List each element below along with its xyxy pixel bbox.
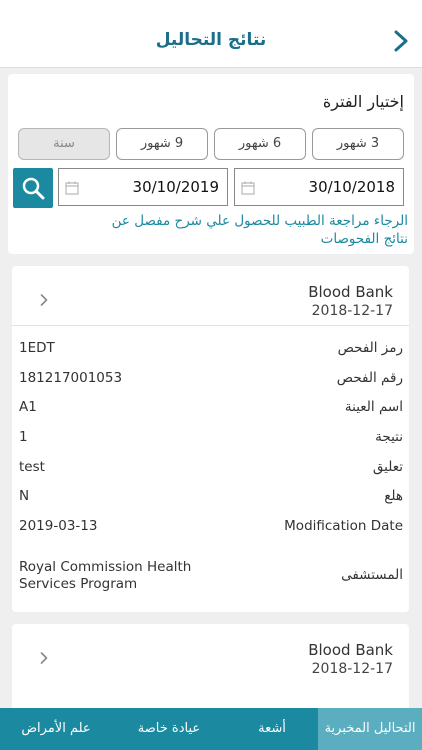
result-field-row: هلع N (12, 488, 409, 510)
doctor-note: الرجاء مراجعة الطبيب للحصول علي شرح مفصل… (111, 213, 408, 247)
app-header: نتائج التحاليل (0, 0, 422, 68)
result-test-date: 2018-12-17 (311, 661, 393, 677)
chevron-right-icon (40, 652, 48, 664)
result-card-header[interactable]: Blood Bank 2018-12-17 (12, 266, 409, 326)
result-field-row: نتيجة 1 (12, 429, 409, 451)
calendar-icon (241, 181, 255, 195)
date-from-field[interactable]: 30/10/2018 (234, 168, 404, 206)
result-field-row: رمز الفحص 1EDT (12, 340, 409, 362)
result-field-row: المستشفى Royal Commission Health Service… (12, 559, 409, 595)
chevron-right-icon (40, 294, 48, 306)
field-label: اسم العينة (344, 399, 403, 415)
period-3-months-button[interactable]: 3 شهور (312, 128, 404, 160)
field-label: هلع (384, 488, 403, 504)
field-value: N (19, 488, 30, 504)
field-value: 2019-03-13 (19, 518, 98, 534)
bottom-tab-bar: التحاليل المخبرية أشعة عيادة خاصة علم ال… (0, 708, 422, 750)
period-filter-title: إختيار الفترة (322, 92, 404, 111)
field-label: رمز الفحص (337, 340, 403, 356)
field-value: test (19, 459, 45, 475)
period-year-button[interactable]: سنة (18, 128, 110, 160)
result-field-row: Modification Date 2019-03-13 (12, 518, 409, 540)
result-card-header[interactable]: Blood Bank 2018-12-17 (12, 624, 409, 684)
period-9-months-button[interactable]: 9 شهور (116, 128, 208, 160)
field-label: تعليق (372, 459, 403, 475)
field-value: 1EDT (19, 340, 55, 356)
date-to-value: 30/10/2019 (132, 178, 219, 196)
search-button[interactable] (13, 168, 53, 208)
page-title: نتائج التحاليل (155, 30, 267, 50)
tab-pathology[interactable]: علم الأمراض (0, 708, 112, 750)
field-label: المستشفى (341, 567, 403, 583)
field-label: Modification Date (284, 518, 403, 534)
chevron-right-icon[interactable] (392, 29, 410, 53)
field-label: رقم الفحص (336, 370, 403, 386)
calendar-icon (65, 181, 79, 195)
result-test-date: 2018-12-17 (311, 303, 393, 319)
result-field-row: رقم الفحص 181217001053 (12, 370, 409, 392)
field-value: A1 (19, 399, 37, 415)
result-field-row: اسم العينة A1 (12, 399, 409, 421)
field-value: 181217001053 (19, 370, 123, 386)
search-icon (22, 177, 45, 200)
field-label: نتيجة (375, 429, 403, 445)
result-test-name: Blood Bank (308, 283, 393, 301)
date-from-value: 30/10/2018 (308, 178, 395, 196)
tab-private-clinic[interactable]: عيادة خاصة (112, 708, 226, 750)
result-test-name: Blood Bank (308, 641, 393, 659)
result-field-row: تعليق test (12, 459, 409, 481)
field-value: 1 (19, 429, 28, 445)
date-to-field[interactable]: 30/10/2019 (58, 168, 228, 206)
field-value: Royal Commission Health Services Program (19, 559, 192, 592)
period-6-months-button[interactable]: 6 شهور (214, 128, 306, 160)
tab-lab-tests[interactable]: التحاليل المخبرية (318, 708, 422, 750)
tab-radiology[interactable]: أشعة (226, 708, 318, 750)
period-filter-card: إختيار الفترة 3 شهور 6 شهور 9 شهور سنة 3… (8, 74, 414, 254)
result-card: Blood Bank 2018-12-17 (12, 624, 409, 714)
result-card: Blood Bank 2018-12-17 رمز الفحص 1EDT رقم… (12, 266, 409, 612)
